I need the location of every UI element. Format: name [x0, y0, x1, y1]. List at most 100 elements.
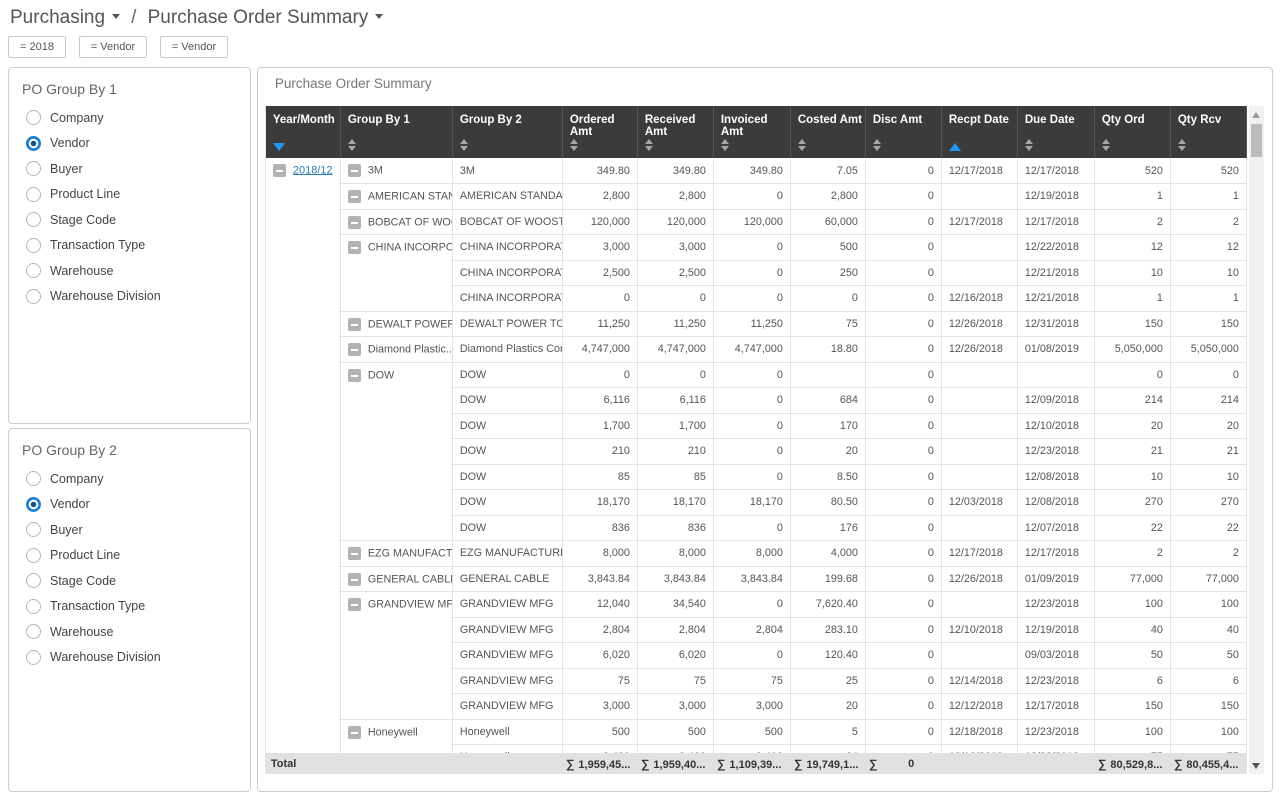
filter-chip-bar: = 2018 = Vendor = Vendor — [0, 29, 1281, 58]
column-header-qty_ord[interactable]: Qty Ord — [1094, 106, 1171, 158]
year-month-link[interactable]: 2018/12 — [293, 164, 333, 176]
cell-group-by-2: CHINA INCORPORATED — [452, 285, 563, 312]
radio-option-warehouse[interactable]: Warehouse — [9, 619, 250, 645]
scrollbar-thumb[interactable] — [1250, 124, 1262, 157]
scroll-up-arrow-icon[interactable] — [1251, 112, 1260, 118]
column-header-disc[interactable]: Disc Amt — [865, 106, 942, 158]
collapse-icon[interactable] — [272, 164, 286, 177]
collapse-icon[interactable] — [347, 725, 361, 739]
cell-qty_rcv: 520 — [1170, 158, 1247, 184]
sort-icon[interactable] — [1177, 139, 1186, 151]
scroll-down-arrow-icon[interactable] — [1251, 763, 1260, 769]
breadcrumb-page[interactable]: Purchase Order Summary — [148, 7, 369, 28]
cell-invoiced: 3,843.84 — [713, 566, 791, 592]
collapse-icon[interactable] — [347, 343, 361, 356]
sort-icon[interactable] — [347, 139, 356, 151]
radio-unselected-icon[interactable] — [26, 547, 41, 563]
radio-unselected-icon[interactable] — [26, 471, 41, 487]
radio-selected-icon[interactable] — [26, 135, 41, 151]
cell-disc: 0 — [865, 336, 942, 363]
column-header-due[interactable]: Due Date — [1017, 106, 1095, 158]
sort-asc-icon[interactable] — [948, 143, 961, 151]
cell-received: 0 — [637, 285, 714, 312]
column-header-qty_rcv[interactable]: Qty Rcv — [1170, 106, 1247, 158]
sort-icon[interactable] — [1024, 139, 1033, 151]
radio-option-label: Company — [50, 110, 104, 125]
radio-unselected-icon[interactable] — [26, 288, 41, 304]
collapse-icon[interactable] — [347, 547, 361, 560]
breadcrumb-section[interactable]: Purchasing — [10, 7, 105, 28]
cell-costed: 250 — [790, 260, 866, 286]
radio-unselected-icon[interactable] — [26, 237, 41, 253]
radio-option-warehouse-division[interactable]: Warehouse Division — [9, 645, 250, 671]
cell-group-by-2: 3M — [452, 158, 563, 184]
cell-group-by-1: Honeywell — [340, 719, 453, 753]
collapse-icon[interactable] — [347, 368, 361, 382]
sort-icon[interactable] — [644, 139, 653, 151]
sort-desc-icon[interactable] — [272, 143, 285, 151]
column-header-g1[interactable]: Group By 1 — [340, 106, 453, 158]
column-header-g2[interactable]: Group By 2 — [452, 106, 563, 158]
collapse-icon[interactable] — [347, 215, 361, 229]
filter-chip-groupby1[interactable]: = Vendor — [79, 36, 147, 58]
column-header-ordered[interactable]: Ordered Amt — [562, 106, 638, 158]
radio-unselected-icon[interactable] — [26, 186, 41, 202]
vertical-scrollbar[interactable] — [1248, 106, 1264, 774]
radio-unselected-icon[interactable] — [26, 212, 41, 228]
column-header-ym[interactable]: Year/Month — [265, 106, 341, 158]
collapse-icon[interactable] — [347, 572, 361, 586]
radio-option-company[interactable]: Company — [9, 466, 250, 492]
collapse-icon[interactable] — [347, 241, 361, 254]
radio-unselected-icon[interactable] — [26, 649, 41, 665]
radio-option-warehouse[interactable]: Warehouse — [9, 258, 250, 284]
radio-unselected-icon[interactable] — [26, 598, 41, 614]
radio-option-vendor[interactable]: Vendor — [9, 492, 250, 518]
radio-option-stage-code[interactable]: Stage Code — [9, 207, 250, 233]
sort-icon[interactable] — [720, 139, 729, 151]
group-by-1-label: DEWALT POWER ... — [367, 317, 453, 330]
radio-unselected-icon[interactable] — [26, 522, 41, 538]
radio-unselected-icon[interactable] — [26, 110, 41, 126]
radio-unselected-icon[interactable] — [26, 263, 41, 279]
section-dropdown-caret-icon[interactable] — [112, 13, 121, 19]
collapse-icon[interactable] — [347, 190, 361, 203]
cell-disc: 0 — [865, 617, 942, 643]
column-header-costed[interactable]: Costed Amt — [790, 106, 866, 158]
cell-recpt — [941, 438, 1018, 465]
cell-group-by-2: GRANDVIEW MFG — [452, 668, 563, 694]
radio-unselected-icon[interactable] — [26, 161, 41, 177]
sort-icon[interactable] — [797, 139, 806, 151]
cell-qty_ord: 12 — [1094, 234, 1171, 261]
radio-option-company[interactable]: Company — [9, 105, 250, 131]
cell-received: 34,540 — [637, 591, 714, 618]
cell-disc: 0 — [865, 744, 942, 753]
sort-icon[interactable] — [569, 139, 578, 151]
cell-recpt — [941, 260, 1018, 286]
column-header-invoiced[interactable]: Invoiced Amt — [713, 106, 791, 158]
filter-chip-groupby2[interactable]: = Vendor — [160, 36, 228, 58]
radio-option-transaction-type[interactable]: Transaction Type — [9, 233, 250, 259]
radio-option-vendor[interactable]: Vendor — [9, 131, 250, 157]
po-group-by-1-title: PO Group By 1 — [22, 81, 117, 97]
collapse-icon[interactable] — [347, 317, 361, 331]
collapse-icon[interactable] — [347, 598, 361, 611]
column-header-recpt[interactable]: Recpt Date — [941, 106, 1018, 158]
sort-icon[interactable] — [872, 139, 881, 151]
sort-icon[interactable] — [1101, 139, 1110, 151]
radio-unselected-icon[interactable] — [26, 624, 41, 640]
radio-option-transaction-type[interactable]: Transaction Type — [9, 594, 250, 620]
column-header-received[interactable]: Received Amt — [637, 106, 714, 158]
radio-option-warehouse-division[interactable]: Warehouse Division — [9, 284, 250, 310]
radio-option-product-line[interactable]: Product Line — [9, 182, 250, 208]
collapse-icon[interactable] — [347, 164, 361, 177]
radio-option-product-line[interactable]: Product Line — [9, 543, 250, 569]
page-dropdown-caret-icon[interactable] — [375, 13, 384, 19]
radio-option-buyer[interactable]: Buyer — [9, 517, 250, 543]
cell-ordered: 836 — [562, 515, 638, 541]
radio-option-stage-code[interactable]: Stage Code — [9, 568, 250, 594]
radio-selected-icon[interactable] — [26, 496, 41, 512]
radio-unselected-icon[interactable] — [26, 573, 41, 589]
filter-chip-year[interactable]: = 2018 — [8, 36, 66, 58]
radio-option-buyer[interactable]: Buyer — [9, 156, 250, 182]
sort-icon[interactable] — [459, 139, 468, 151]
